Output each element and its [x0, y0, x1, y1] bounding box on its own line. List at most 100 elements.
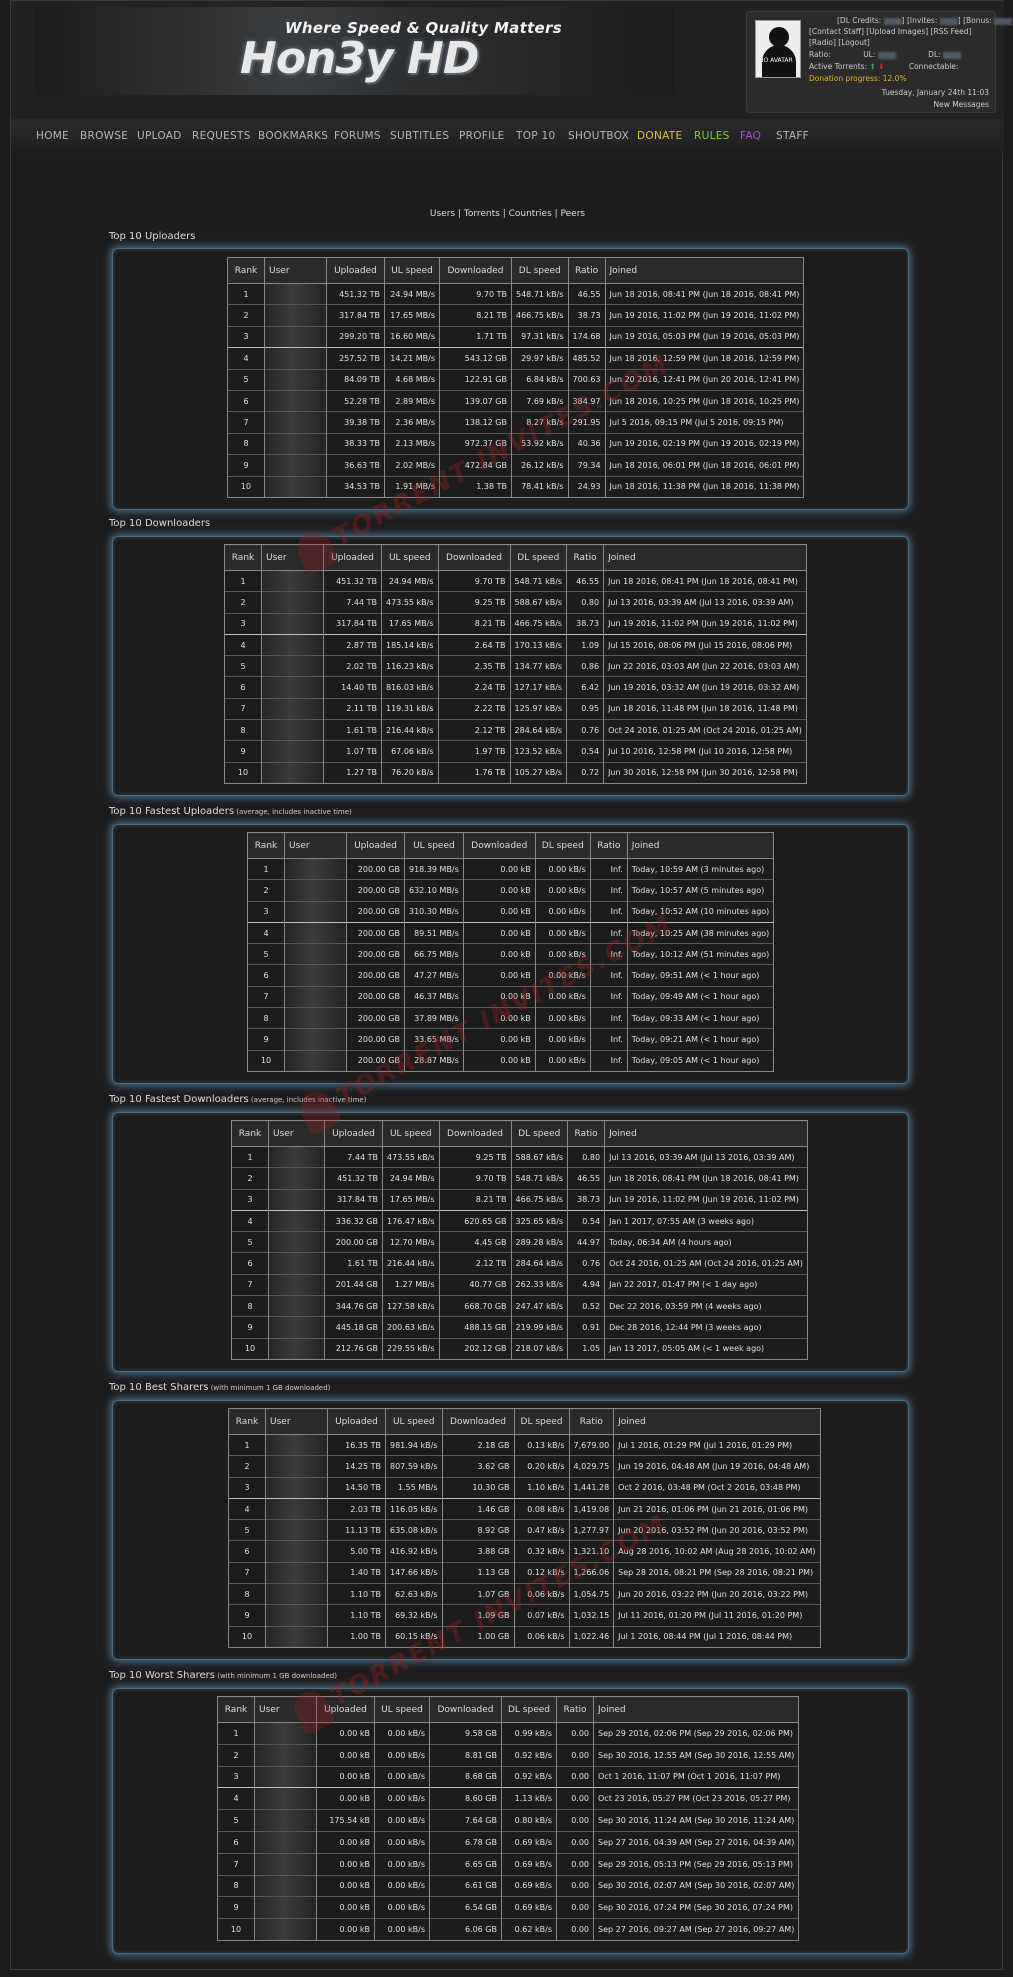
nav-rules[interactable]: RULES	[694, 130, 730, 142]
table-row[interactable]: 6 5.00 TB 416.92 kB/s 3.88 GB 0.32 kB/s 1,321…	[228, 1540, 821, 1563]
subnav-torrents[interactable]: Torrents	[464, 209, 500, 219]
user-cell-redacted[interactable]	[268, 1295, 325, 1317]
table-row[interactable]: 5 2.02 TB 116.23 kB/s 2.35 TB 134.77 kB/s 0.8…	[224, 655, 807, 677]
nav-home[interactable]: HOME	[36, 130, 69, 142]
col-ratio-header[interactable]: Ratio	[589, 832, 628, 859]
user-cell-redacted[interactable]	[264, 325, 327, 348]
user-cell-redacted[interactable]	[254, 1809, 317, 1832]
table-row[interactable]: 6 1.61 TB 216.44 kB/s 2.12 TB 284.64 kB/s 0.7…	[231, 1252, 808, 1275]
col-user-header[interactable]: User	[265, 1408, 328, 1435]
subnav-countries[interactable]: Countries	[509, 209, 552, 219]
user-cell-redacted[interactable]	[264, 475, 327, 498]
table-row[interactable]: 4 336.32 GB 176.47 kB/s 620.65 GB 325.65 kB/…	[231, 1209, 808, 1232]
user-cell-redacted[interactable]	[261, 719, 324, 741]
col-joined-header[interactable]: Joined	[604, 1120, 808, 1147]
user-cell-redacted[interactable]	[261, 676, 324, 699]
col-uploaded-header[interactable]: Uploaded	[327, 1408, 386, 1435]
table-row[interactable]: 10 0.00 kB 0.00 kB/s 6.06 GB 0.62 kB/s 0.00 Se…	[217, 1918, 800, 1941]
table-row[interactable]: 1 0.00 kB 0.00 kB/s 9.58 GB 0.99 kB/s 0.00 Sep…	[217, 1722, 800, 1745]
table-row[interactable]: 4 257.52 TB 14.21 MB/s 543.12 GB 29.97 kB/s 4…	[227, 347, 805, 370]
user-cell-redacted[interactable]	[254, 1830, 317, 1854]
user-cell-redacted[interactable]	[265, 1497, 328, 1520]
table-row[interactable]: 2 7.44 TB 473.55 kB/s 9.25 TB 588.67 kB/s 0.8…	[224, 591, 807, 614]
quick-links[interactable]: [Contact Staff] [Upload Images] [RSS Fee…	[809, 27, 971, 36]
col-rank-header[interactable]: Rank	[227, 257, 265, 284]
col-rank-header[interactable]: Rank	[247, 832, 285, 859]
nav-forums[interactable]: FORUMS	[334, 130, 381, 142]
col-downloaded-header[interactable]: Downloaded	[462, 832, 536, 859]
nav-upload[interactable]: UPLOAD	[137, 130, 182, 142]
table-row[interactable]: 3 317.84 TB 17.65 MB/s 8.21 TB 466.75 kB/s 38…	[224, 612, 807, 635]
user-cell-redacted[interactable]	[284, 857, 347, 880]
user-cell-redacted[interactable]	[264, 282, 327, 305]
nav-subtitles[interactable]: SUBTITLES	[390, 130, 449, 142]
col-user-header[interactable]: User	[261, 544, 324, 571]
user-cell-redacted[interactable]	[264, 347, 327, 370]
nav-staff[interactable]: STAFF	[776, 130, 809, 142]
user-cell-redacted[interactable]	[284, 921, 347, 944]
nav-top10[interactable]: TOP 10	[516, 130, 556, 142]
col-ratio-header[interactable]: Ratio	[568, 1408, 615, 1435]
donation-progress[interactable]: Donation progress: 12.0%	[809, 74, 907, 83]
col-ul-speed-header[interactable]: UL speed	[385, 1408, 443, 1435]
user-cell-redacted[interactable]	[264, 432, 327, 455]
col-uploaded-header[interactable]: Uploaded	[346, 832, 405, 859]
user-cell-redacted[interactable]	[268, 1273, 325, 1296]
subnav-users[interactable]: Users	[430, 209, 455, 219]
col-dl-speed-header[interactable]: DL speed	[509, 544, 568, 571]
user-cell-redacted[interactable]	[268, 1188, 325, 1211]
table-row[interactable]: 9 445.18 GB 200.63 kB/s 488.15 GB 219.99 kB/…	[231, 1316, 808, 1339]
col-user-header[interactable]: User	[254, 1696, 317, 1723]
user-cell-redacted[interactable]	[268, 1145, 325, 1168]
user-cell-redacted[interactable]	[261, 633, 324, 656]
user-cell-redacted[interactable]	[265, 1540, 328, 1563]
col-rank-header[interactable]: Rank	[224, 544, 262, 571]
table-row[interactable]: 1 451.32 TB 24.94 MB/s 9.70 TB 548.71 kB/s 46…	[227, 282, 805, 305]
table-row[interactable]: 9 0.00 kB 0.00 kB/s 6.54 GB 0.69 kB/s 0.00 Sep…	[217, 1896, 800, 1919]
table-row[interactable]: 5 200.00 GB 12.70 MB/s 4.45 GB 289.28 kB/s 44…	[231, 1231, 808, 1253]
col-dl-speed-header[interactable]: DL speed	[501, 1696, 557, 1723]
col-rank-header[interactable]: Rank	[217, 1696, 255, 1723]
user-cell-redacted[interactable]	[268, 1209, 325, 1232]
col-user-header[interactable]: User	[264, 257, 327, 284]
col-ratio-header[interactable]: Ratio	[567, 1120, 606, 1147]
col-uploaded-header[interactable]: Uploaded	[323, 544, 382, 571]
table-row[interactable]: 7 2.11 TB 119.31 kB/s 2.22 TB 125.97 kB/s 0.9…	[224, 697, 807, 720]
nav-requests[interactable]: REQUESTS	[192, 130, 251, 142]
user-cell-redacted[interactable]	[261, 697, 324, 720]
col-joined-header[interactable]: Joined	[604, 257, 805, 284]
table-row[interactable]: 6 14.40 TB 816.03 kB/s 2.24 TB 127.17 kB/s 6.…	[224, 676, 807, 699]
table-row[interactable]: 8 1.61 TB 216.44 kB/s 2.12 TB 284.64 kB/s 0.7…	[224, 719, 807, 741]
user-cell-redacted[interactable]	[254, 1722, 317, 1745]
table-row[interactable]: 10 200.00 GB 28.87 MB/s 0.00 kB 0.00 kB/s Inf…	[247, 1049, 775, 1072]
nav-bookmarks[interactable]: BOOKMARKS	[258, 130, 328, 142]
user-cell-redacted[interactable]	[268, 1316, 325, 1339]
user-cell-redacted[interactable]	[261, 655, 324, 677]
col-dl-speed-header[interactable]: DL speed	[534, 832, 591, 859]
table-row[interactable]: 4 2.87 TB 185.14 kB/s 2.64 TB 170.13 kB/s 1.0…	[224, 633, 807, 656]
user-cell-redacted[interactable]	[261, 740, 324, 763]
nav-browse[interactable]: BROWSE	[80, 130, 128, 142]
user-cell-redacted[interactable]	[254, 1896, 317, 1919]
col-joined-header[interactable]: Joined	[626, 832, 775, 859]
col-dl-speed-header[interactable]: DL speed	[513, 1408, 570, 1435]
table-row[interactable]: 1 7.44 TB 473.55 kB/s 9.25 TB 588.67 kB/s 0.8…	[231, 1145, 808, 1168]
col-ul-speed-header[interactable]: UL speed	[374, 1696, 430, 1723]
user-cell-redacted[interactable]	[261, 612, 324, 635]
col-joined-header[interactable]: Joined	[603, 544, 807, 571]
user-cell-redacted[interactable]	[264, 454, 327, 477]
table-row[interactable]: 9 1.10 TB 69.32 kB/s 1.09 GB 0.07 kB/s 1,032.…	[228, 1604, 821, 1627]
table-row[interactable]: 9 1.07 TB 67.06 kB/s 1.97 TB 123.52 kB/s 0.54…	[224, 740, 807, 763]
user-cell-redacted[interactable]	[265, 1476, 328, 1499]
user-cell-redacted[interactable]	[284, 985, 347, 1008]
table-row[interactable]: 5 84.09 TB 4.68 MB/s 122.91 GB 6.84 kB/s 700.…	[227, 368, 805, 391]
table-row[interactable]: 7 1.40 TB 147.66 kB/s 1.13 GB 0.12 kB/s 1,266…	[228, 1561, 821, 1584]
table-row[interactable]: 3 0.00 kB 0.00 kB/s 8.68 GB 0.92 kB/s 0.00 Oct…	[217, 1765, 800, 1788]
nav-donate[interactable]: DONATE	[637, 130, 682, 142]
table-row[interactable]: 5 200.00 GB 66.75 MB/s 0.00 kB 0.00 kB/s Inf.…	[247, 943, 775, 965]
col-ul-speed-header[interactable]: UL speed	[381, 544, 439, 571]
col-joined-header[interactable]: Joined	[613, 1408, 821, 1435]
user-cell-redacted[interactable]	[265, 1583, 328, 1605]
col-uploaded-header[interactable]: Uploaded	[326, 257, 385, 284]
user-cell-redacted[interactable]	[265, 1604, 328, 1627]
